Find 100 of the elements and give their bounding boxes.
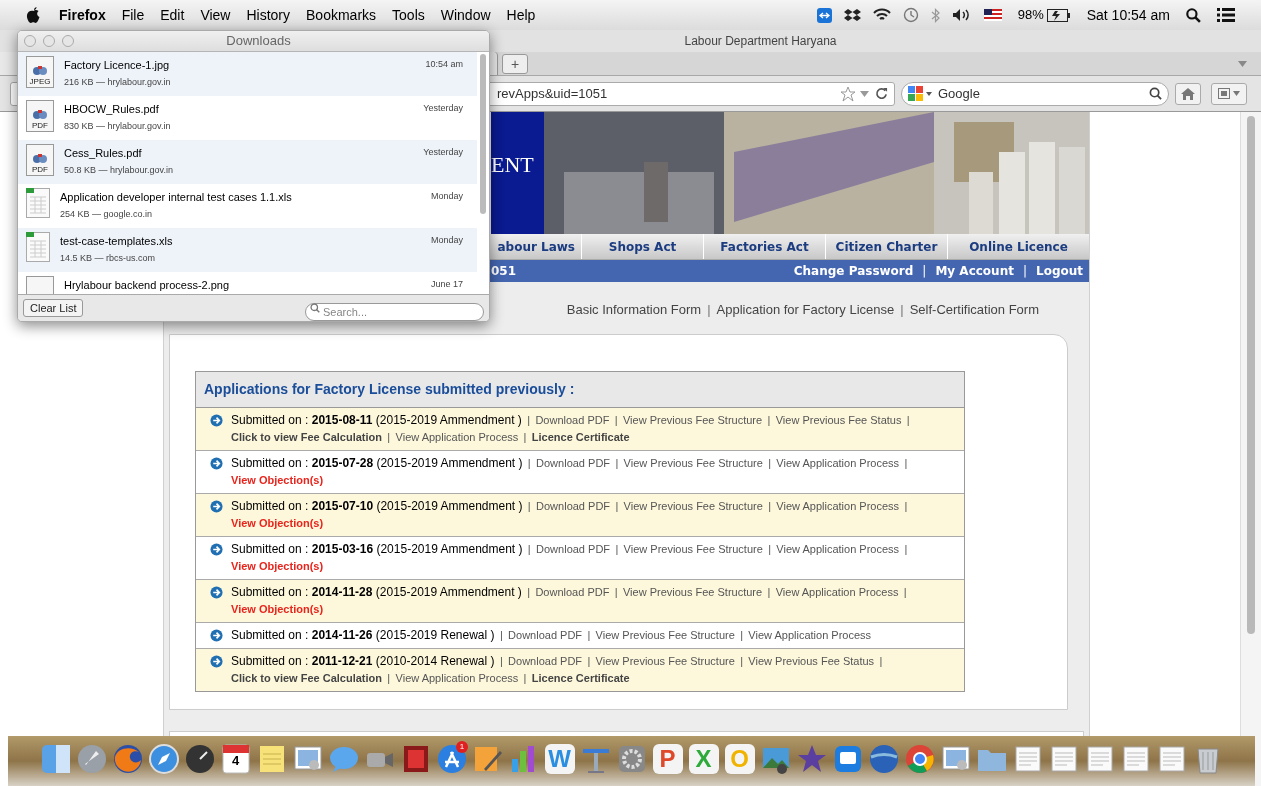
row-link[interactable]: Click to view Fee Calculation (231, 672, 382, 684)
spreadsheet-icon (26, 232, 50, 262)
row-link[interactable]: Licence Certificate (531, 672, 630, 684)
objection-link[interactable]: View Objection(s) (231, 474, 324, 486)
menu-item[interactable]: View (200, 4, 231, 26)
row-link[interactable]: Download PDF (535, 414, 610, 426)
menu-item[interactable]: Tools (392, 4, 425, 26)
app-store-icon[interactable] (435, 743, 468, 775)
file-name: Cess_Rules.pdf (64, 146, 143, 161)
arrow-icon (210, 586, 223, 599)
nav-tab[interactable]: Citizen Charter (835, 237, 938, 256)
account-link[interactable]: Logout (1036, 262, 1083, 280)
sphere-icon[interactable] (867, 743, 900, 775)
objection-link[interactable]: View Objection(s) (231, 517, 324, 529)
form-link[interactable]: Self-Certification Form (909, 300, 1039, 320)
star-icon[interactable] (840, 85, 856, 102)
battery-icon[interactable] (1046, 8, 1071, 22)
menu-item[interactable]: Window (440, 4, 491, 26)
row-link[interactable]: Licence Certificate (531, 431, 630, 443)
app-menu[interactable]: Firefox (59, 4, 106, 26)
menu-item[interactable]: History (246, 4, 291, 26)
apple-logo-icon[interactable] (26, 6, 41, 24)
nav-tab[interactable]: Shops Act (608, 237, 677, 256)
account-link[interactable]: My Account (935, 262, 1014, 280)
objection-link[interactable]: View Objection(s) (231, 560, 324, 572)
search-field[interactable]: Search... (305, 303, 484, 321)
window-title: Downloads (225, 32, 292, 51)
box-icon[interactable] (843, 7, 861, 23)
search-icon[interactable] (1149, 87, 1162, 100)
row-link[interactable]: View Application Process (395, 431, 519, 443)
window-title: Labour Department Haryana (684, 33, 837, 50)
row-link[interactable]: View Previous Fee Structure (595, 655, 735, 667)
row-link[interactable]: View Application Process (775, 586, 899, 598)
letter-icon[interactable]: P (652, 744, 683, 774)
download-time: June 17 (430, 278, 463, 291)
row-link[interactable]: View Application Process (395, 672, 519, 684)
search-engine-icon[interactable] (908, 85, 934, 102)
form-link[interactable]: Basic Information Form (566, 300, 702, 320)
scrollbar-thumb[interactable] (480, 54, 486, 214)
teamviewer-icon[interactable] (816, 7, 832, 23)
objection-link[interactable]: View Objection(s) (231, 603, 324, 615)
flag-icon[interactable] (983, 9, 1002, 21)
file-icon: PDF (26, 144, 54, 176)
toolbar-menu-button[interactable] (1211, 82, 1247, 105)
row-link[interactable]: View Previous Fee Status (775, 414, 902, 426)
home-button[interactable] (1175, 82, 1201, 105)
row-link[interactable]: Download PDF (536, 500, 611, 512)
row-link[interactable]: Download PDF (535, 586, 610, 598)
wifi-icon[interactable] (872, 8, 891, 22)
search-icon[interactable] (1186, 7, 1201, 23)
row-link[interactable]: View Application Process (776, 457, 900, 469)
circle-icon[interactable] (903, 743, 936, 775)
application-entry: Submitted on : 2015-03-16 (2015-2019 Ammendment ) | Download PDF | View Previous Fee Structure | View Application Process | View Objection(s) (231, 541, 909, 574)
row-link[interactable]: Download PDF (536, 457, 611, 469)
row-link[interactable]: View Previous Fee Structure (622, 586, 763, 598)
search-field[interactable]: Google (901, 81, 1169, 106)
row-link[interactable]: View Application Process (776, 500, 900, 512)
row-link[interactable]: View Previous Fee Structure (595, 629, 735, 641)
row-link[interactable]: View Application Process (776, 543, 900, 555)
row-link[interactable]: View Previous Fee Status (748, 655, 875, 667)
account-link[interactable]: Change Password (793, 262, 914, 280)
speaker-icon[interactable] (951, 8, 972, 22)
row-link[interactable]: View Application Process (748, 629, 872, 641)
menu-item[interactable]: Bookmarks (306, 4, 377, 26)
bluetooth-icon[interactable] (930, 7, 940, 23)
list-icon[interactable] (1217, 8, 1235, 22)
window-icon[interactable] (39, 743, 72, 775)
clock-icon[interactable] (902, 7, 919, 23)
separator: | (707, 301, 711, 320)
notification-badge: 1 (456, 740, 468, 753)
row-link[interactable]: Download PDF (508, 629, 583, 641)
reload-icon[interactable] (875, 87, 888, 100)
row-link[interactable]: View Previous Fee Structure (623, 543, 763, 555)
calendar-icon[interactable] (219, 743, 252, 775)
arrow-icon (210, 500, 223, 513)
nav-tab[interactable]: abour Laws (497, 237, 575, 256)
caret-icon[interactable] (1238, 60, 1247, 67)
rocket-icon[interactable] (75, 743, 108, 775)
row-link[interactable]: View Previous Fee Structure (623, 457, 763, 469)
row-link[interactable]: Click to view Fee Calculation (231, 431, 382, 443)
row-link[interactable]: View Previous Fee Structure (623, 500, 763, 512)
compass-icon[interactable] (147, 743, 180, 775)
gauge-icon[interactable] (183, 743, 216, 775)
row-link[interactable]: Download PDF (536, 543, 611, 555)
clear-list-button[interactable]: Clear List (23, 299, 84, 317)
table-title: Applications for Factory License submitted previously : (196, 372, 964, 408)
file-name: Hrylabour backend process-2.png (64, 278, 231, 293)
separator: | (900, 301, 904, 320)
menu-item[interactable]: Edit (160, 4, 185, 26)
form-link[interactable]: Application for Factory License (716, 300, 895, 320)
caret-icon[interactable] (860, 90, 869, 97)
scrollbar-thumb[interactable] (1247, 116, 1255, 634)
nav-tab[interactable]: Factories Act (720, 237, 809, 256)
menu-item[interactable]: Help (506, 4, 536, 26)
new-tab-button[interactable]: + (502, 53, 528, 74)
nav-tab[interactable]: Online Licence (969, 237, 1068, 256)
row-link[interactable]: View Previous Fee Structure (622, 414, 763, 426)
menu-bar-clock[interactable]: Sat 10:54 am (1086, 4, 1170, 26)
row-link[interactable]: Download PDF (508, 655, 583, 667)
menu-item[interactable]: File (121, 4, 145, 26)
